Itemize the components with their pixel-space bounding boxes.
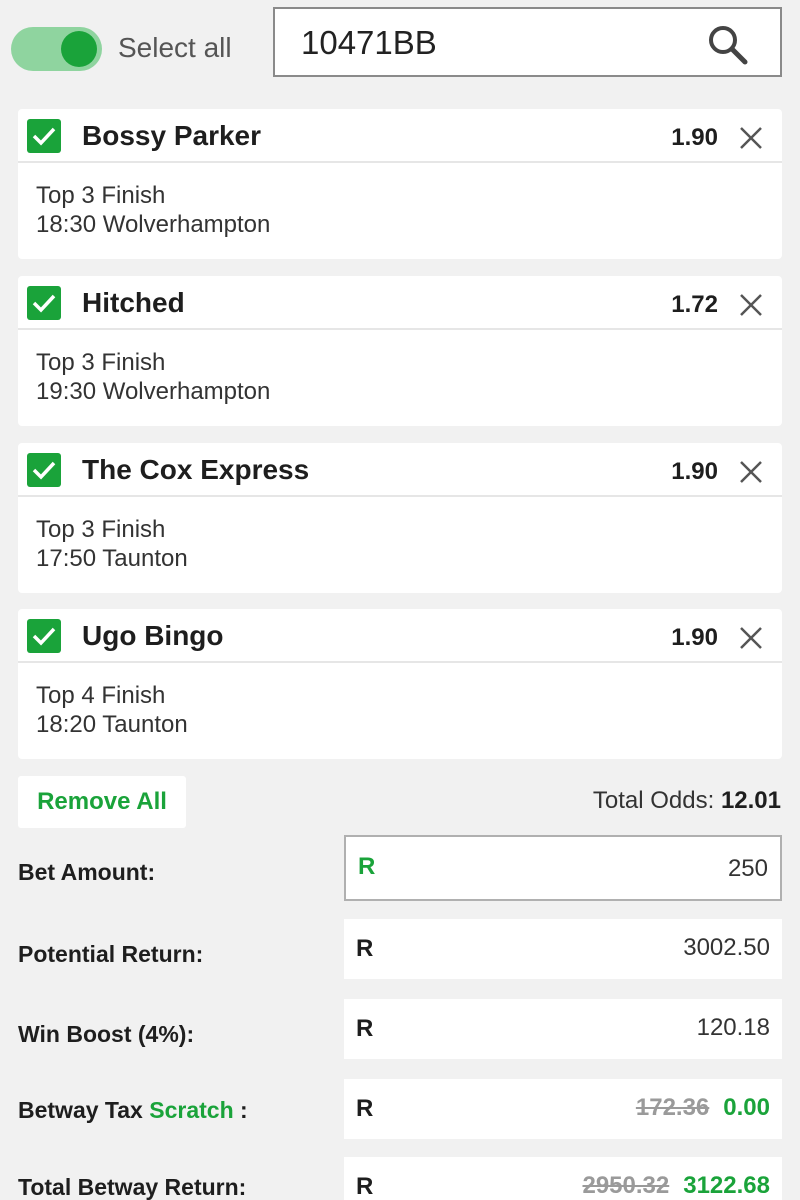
selection-card: Bossy Parker 1.90 Top 3 Finish 18:30 Wol… xyxy=(18,109,782,259)
selection-name: Ugo Bingo xyxy=(82,620,224,651)
tax-label-text: Betway Tax xyxy=(18,1097,143,1123)
tax-new-value: 0.00 xyxy=(723,1094,770,1121)
close-icon[interactable] xyxy=(738,625,764,651)
betway-tax-values: 172.36 0.00 xyxy=(636,1093,770,1123)
win-boost-label: Win Boost (4%): xyxy=(18,1021,195,1047)
tax-scratch-text: Scratch xyxy=(149,1097,234,1123)
selection-header: Hitched 1.72 xyxy=(18,276,782,330)
check-icon[interactable] xyxy=(27,286,61,320)
potential-return-box: R 3002.50 xyxy=(344,919,782,979)
selection-header: Bossy Parker 1.90 xyxy=(18,109,782,163)
currency-symbol: R xyxy=(356,1095,374,1122)
selection-header: Ugo Bingo 1.90 xyxy=(18,609,782,663)
selection-odds: 1.90 xyxy=(671,458,718,485)
total-odds-label: Total Odds: xyxy=(592,787,715,814)
remove-all-button[interactable]: Remove All xyxy=(18,776,186,828)
selection-event: 19:30 Wolverhampton xyxy=(36,378,271,405)
selection-card: Hitched 1.72 Top 3 Finish 19:30 Wolverha… xyxy=(18,276,782,426)
bet-amount-field[interactable]: R 250 xyxy=(344,835,782,901)
selection-market: Top 4 Finish xyxy=(36,682,166,709)
search-input[interactable]: 10471BB xyxy=(301,23,437,63)
selection-market: Top 3 Finish xyxy=(36,516,166,543)
total-return-box: R 2950.32 3122.68 xyxy=(344,1157,782,1200)
win-boost-box: R 120.18 xyxy=(344,999,782,1059)
selection-event: 18:20 Taunton xyxy=(36,711,188,738)
close-icon[interactable] xyxy=(738,292,764,318)
selection-odds: 1.72 xyxy=(671,291,718,318)
selection-name: The Cox Express xyxy=(82,454,310,485)
total-odds-value: 12.01 xyxy=(720,787,781,814)
selection-market: Top 3 Finish xyxy=(36,349,166,376)
selection-event: 17:50 Taunton xyxy=(36,545,188,572)
search-icon[interactable] xyxy=(706,23,750,67)
tax-colon: : xyxy=(233,1097,248,1123)
selection-market: Top 3 Finish xyxy=(36,182,166,209)
check-icon[interactable] xyxy=(27,619,61,653)
selection-card: The Cox Express 1.90 Top 3 Finish 17:50 … xyxy=(18,443,782,593)
check-icon[interactable] xyxy=(27,119,61,153)
toggle-knob xyxy=(61,31,97,67)
potential-return-label: Potential Return: xyxy=(18,941,204,967)
betway-tax-box: R 172.36 0.00 xyxy=(344,1079,782,1139)
total-return-label: Total Betway Return: xyxy=(18,1174,247,1200)
select-all-toggle[interactable] xyxy=(11,27,102,71)
selection-header: The Cox Express 1.90 xyxy=(18,443,782,497)
potential-return-value: 3002.50 xyxy=(683,934,770,961)
check-icon[interactable] xyxy=(27,453,61,487)
select-all-label: Select all xyxy=(118,32,232,63)
selection-event: 18:30 Wolverhampton xyxy=(36,211,271,238)
currency-symbol: R xyxy=(356,935,374,962)
close-icon[interactable] xyxy=(738,459,764,485)
selection-odds: 1.90 xyxy=(671,124,718,151)
booking-code-search[interactable]: 10471BB xyxy=(273,7,782,77)
bet-amount-label: Bet Amount: xyxy=(18,859,156,885)
currency-symbol: R xyxy=(358,853,376,880)
total-odds: Total Odds: 12.01 xyxy=(593,786,781,816)
selection-name: Bossy Parker xyxy=(82,120,262,151)
tax-old-value: 172.36 xyxy=(635,1094,710,1121)
close-icon[interactable] xyxy=(738,125,764,151)
win-boost-value: 120.18 xyxy=(696,1014,770,1041)
total-new-value: 3122.68 xyxy=(683,1172,770,1199)
selection-card: Ugo Bingo 1.90 Top 4 Finish 18:20 Taunto… xyxy=(18,609,782,759)
currency-symbol: R xyxy=(356,1015,374,1042)
currency-symbol: R xyxy=(356,1173,374,1200)
bet-amount-input[interactable]: 250 xyxy=(728,854,768,884)
total-old-value: 2950.32 xyxy=(582,1172,670,1199)
selection-name: Hitched xyxy=(82,287,185,318)
top-bar: Select all 10471BB xyxy=(0,0,800,95)
total-return-values: 2950.32 3122.68 xyxy=(582,1171,770,1200)
selection-odds: 1.90 xyxy=(671,624,718,651)
betway-tax-label: Betway Tax Scratch : xyxy=(18,1095,248,1125)
